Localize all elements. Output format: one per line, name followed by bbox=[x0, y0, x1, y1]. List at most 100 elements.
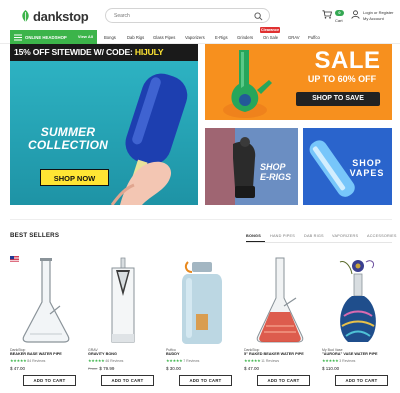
nav-item-vaporizers[interactable]: Vaporizers bbox=[185, 35, 205, 40]
tab-vaporizers[interactable]: VAPORIZERS bbox=[332, 234, 358, 238]
cart-count-badge: 0 bbox=[335, 10, 344, 16]
dankstop-logo[interactable]: dankstop bbox=[20, 8, 89, 24]
add-to-cart-button[interactable]: ADD TO CART bbox=[335, 375, 388, 386]
login-register-link[interactable]: Login or Register bbox=[363, 10, 393, 15]
aurora-vase-image bbox=[339, 260, 376, 342]
raked-beaker-bong-image bbox=[256, 257, 304, 343]
glass-popsicle-pipe-image bbox=[110, 73, 188, 205]
tab-accessories[interactable]: ACCESSORIES bbox=[367, 234, 397, 238]
add-to-cart-button[interactable]: ADD TO CART bbox=[101, 375, 154, 386]
nav-item-glass-pipes[interactable]: Glass Pipes bbox=[153, 35, 175, 40]
search-input[interactable] bbox=[114, 11, 249, 21]
product-name[interactable]: 5" RAKED BEAKER WATER PIPE bbox=[244, 352, 304, 356]
rating-stars: ★★★★★ bbox=[10, 358, 27, 363]
sale-banner[interactable]: SALE UP TO 60% OFF SHOP TO SAVE bbox=[205, 44, 392, 120]
summer-collection-title: SUMMER COLLECTION bbox=[28, 126, 108, 152]
product-price: $ 47.00 bbox=[244, 366, 259, 371]
product-name[interactable]: BUDDY bbox=[166, 352, 180, 356]
shop-e-rigs-text: SHOP E-RIGS bbox=[260, 162, 291, 182]
gravity-bong-image bbox=[111, 257, 135, 343]
menu-icon bbox=[14, 34, 22, 40]
review-count[interactable]: 11 Reviews bbox=[261, 359, 279, 363]
shop-vapes-text: SHOP VAPES bbox=[343, 158, 391, 178]
shop-to-save-button[interactable]: SHOP TO SAVE bbox=[296, 92, 380, 106]
tab-hand-pipes[interactable]: HAND PIPES bbox=[270, 234, 295, 238]
promo-code: HIJULY bbox=[134, 47, 164, 57]
add-to-cart-button[interactable]: ADD TO CART bbox=[23, 375, 76, 386]
my-account-link[interactable]: My Account bbox=[363, 16, 384, 21]
price-value: $ 47.00 bbox=[244, 366, 260, 371]
product-rating: ★★★★★ 3 Reviews bbox=[322, 358, 355, 363]
best-sellers-title: BEST SELLERS bbox=[10, 232, 60, 239]
nav-item-on-sale[interactable]: On Sale bbox=[263, 35, 278, 40]
product-card[interactable]: GRAV GRAVITY BONG ★★★★★ 46 Reviews From $… bbox=[88, 256, 160, 391]
sale-title: SALE bbox=[314, 47, 381, 74]
product-rating: ★★★★★ 7 Reviews bbox=[166, 358, 199, 363]
rating-stars: ★★★★★ bbox=[88, 358, 105, 363]
review-count[interactable]: 46 Reviews bbox=[105, 359, 123, 363]
summer-collection-banner[interactable]: 15% OFF SITEWIDE W/ CODE: HIJULY SUMMER C… bbox=[10, 44, 198, 205]
cart-button[interactable]: 0 Cart bbox=[322, 10, 346, 24]
product-card[interactable]: DankStop 5" RAKED BEAKER WATER PIPE ★★★★… bbox=[244, 256, 316, 391]
clearance-badge: Clearance bbox=[260, 27, 280, 33]
review-count[interactable]: 84 Reviews bbox=[27, 359, 45, 363]
nav-item-puffco[interactable]: Puffco bbox=[308, 35, 320, 40]
product-rating: ★★★★★ 46 Reviews bbox=[88, 358, 123, 363]
account-menu[interactable]: Login or Register My Account bbox=[351, 10, 396, 24]
price-value: $ 79.99 bbox=[99, 366, 115, 371]
shop-now-button[interactable]: SHOP NOW bbox=[40, 169, 109, 186]
tab-dab-rigs[interactable]: DAB RIGS bbox=[304, 234, 324, 238]
page: dankstop 0 Cart Login or Register bbox=[0, 0, 400, 393]
summer-line2: COLLECTION bbox=[28, 138, 108, 152]
tabs-baseline bbox=[246, 242, 392, 243]
review-count[interactable]: 3 Reviews bbox=[339, 359, 355, 363]
nav-item-bongs[interactable]: Bongs bbox=[104, 35, 116, 40]
product-card[interactable]: Puffco BUDDY ★★★★★ 7 Reviews $ 30.00 ADD… bbox=[166, 256, 238, 391]
summer-line1: SUMMER bbox=[40, 125, 96, 139]
review-count[interactable]: 7 Reviews bbox=[183, 359, 199, 363]
online-headshop-button[interactable]: ONLINE HEADSHOP View All bbox=[10, 30, 97, 44]
product-price: $ 110.00 bbox=[322, 366, 339, 371]
price-value: $ 47.00 bbox=[10, 366, 26, 371]
nav-item-dab-rigs[interactable]: Dab Rigs bbox=[127, 35, 144, 40]
nav-item-grav[interactable]: GRAV bbox=[288, 35, 300, 40]
product-price: $ 47.00 bbox=[10, 366, 25, 371]
product-price: $ 30.00 bbox=[166, 366, 181, 371]
green-bong-image bbox=[223, 50, 272, 118]
erigs-line1: SHOP bbox=[260, 162, 286, 172]
search-bar[interactable] bbox=[105, 8, 270, 23]
view-all-link[interactable]: View All bbox=[78, 34, 93, 39]
price-value: $ 110.00 bbox=[322, 366, 340, 371]
main-nav: ONLINE HEADSHOP View All Bongs Dab Rigs … bbox=[0, 30, 400, 44]
nav-item-e-rigs[interactable]: E-Rigs bbox=[215, 35, 228, 40]
product-rating: ★★★★★ 84 Reviews bbox=[10, 358, 45, 363]
section-divider bbox=[10, 219, 392, 220]
rating-stars: ★★★★★ bbox=[166, 358, 183, 363]
price-value: $ 30.00 bbox=[166, 366, 182, 371]
search-icon[interactable] bbox=[254, 12, 263, 21]
shop-vapes-banner[interactable]: SHOP VAPES bbox=[303, 128, 392, 205]
product-card[interactable]: DankStop BEAKER BASE WATER PIPE ★★★★★ 84… bbox=[10, 256, 82, 391]
promo-strip: 15% OFF SITEWIDE W/ CODE: HIJULY bbox=[10, 44, 198, 61]
logo-text: dankstop bbox=[33, 8, 89, 24]
shop-e-rigs-banner[interactable]: SHOP E-RIGS bbox=[205, 128, 298, 205]
cart-label: Cart bbox=[335, 18, 343, 23]
vapes-line1: SHOP bbox=[352, 158, 382, 168]
product-name[interactable]: BEAKER BASE WATER PIPE bbox=[10, 352, 62, 356]
headshop-label: ONLINE HEADSHOP bbox=[25, 34, 67, 40]
product-name[interactable]: GRAVITY BONG bbox=[88, 352, 117, 356]
nav-item-grinders[interactable]: Grinders bbox=[237, 35, 253, 40]
add-to-cart-button[interactable]: ADD TO CART bbox=[179, 375, 232, 386]
promo-text: 15% OFF SITEWIDE W/ CODE: bbox=[14, 47, 135, 57]
sale-subtitle: UP TO 60% OFF bbox=[307, 74, 377, 84]
add-to-cart-button[interactable]: ADD TO CART bbox=[257, 375, 310, 386]
product-name[interactable]: "AURORA" VASE WATER PIPE bbox=[322, 352, 378, 356]
vapes-line2: VAPES bbox=[349, 168, 385, 178]
product-rating: ★★★★★ 11 Reviews bbox=[244, 358, 279, 363]
product-card[interactable]: My Bud Vase "AURORA" VASE WATER PIPE ★★★… bbox=[322, 256, 394, 391]
beaker-bong-image bbox=[22, 258, 70, 343]
rating-stars: ★★★★★ bbox=[244, 358, 261, 363]
price-prefix: From bbox=[88, 366, 98, 371]
tab-bongs[interactable]: BONGS bbox=[246, 234, 261, 238]
buddy-bottle-image bbox=[182, 261, 222, 344]
